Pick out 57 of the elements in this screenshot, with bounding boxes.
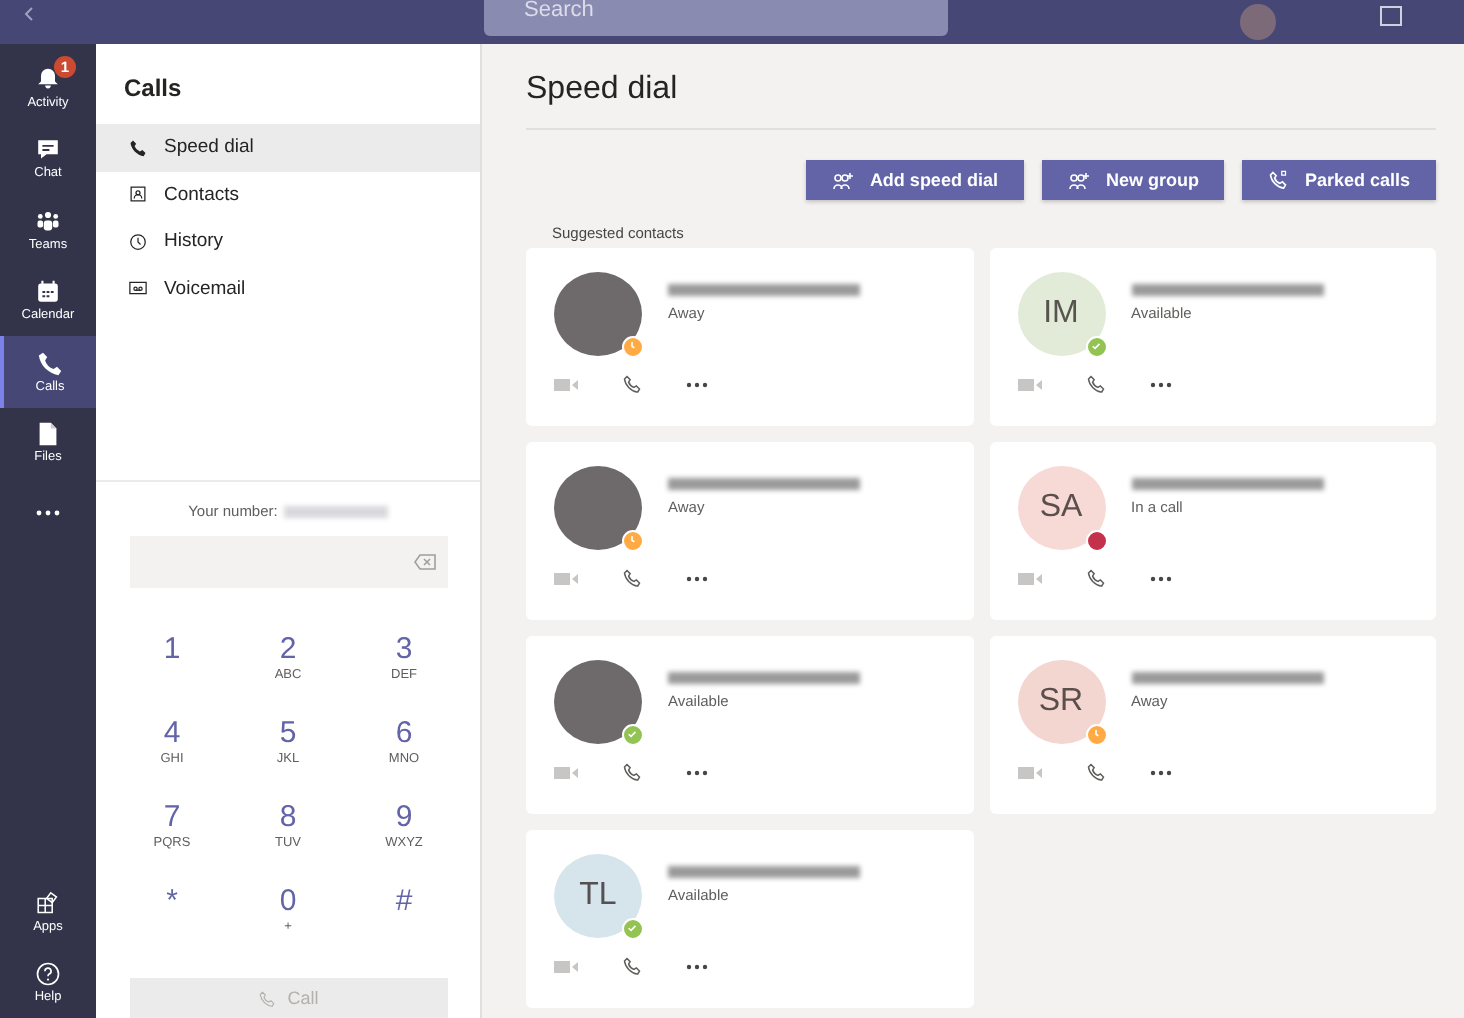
phone-icon[interactable]	[1085, 568, 1105, 588]
action-button[interactable]: Add speed dial	[805, 160, 1024, 200]
initials-avatar: IM	[1017, 272, 1105, 356]
more-icon[interactable]	[1149, 381, 1171, 387]
dialpad-key[interactable]: 1	[114, 632, 230, 704]
nav-item[interactable]: History	[96, 218, 480, 265]
phone-icon[interactable]	[622, 568, 642, 588]
add-people-icon	[831, 171, 854, 189]
initials-avatar: SA	[1017, 466, 1105, 550]
available-status-icon	[622, 724, 644, 746]
apps-icon	[34, 889, 62, 918]
phone-icon[interactable]	[1085, 374, 1105, 394]
more-icon	[36, 510, 60, 517]
nav-item[interactable]: Speed dial	[96, 124, 480, 171]
nav-item[interactable]: Voicemail	[96, 265, 480, 312]
action-button[interactable]: New group	[1041, 160, 1225, 200]
available-status-icon	[622, 918, 644, 940]
initials-avatar: SR	[1017, 660, 1105, 744]
more-icon[interactable]	[686, 575, 708, 581]
phone-icon[interactable]	[622, 374, 642, 394]
dialpad-key[interactable]: #	[346, 884, 462, 956]
bell-icon	[34, 65, 62, 94]
phone-icon[interactable]	[622, 956, 642, 976]
add-people-icon	[1067, 171, 1090, 189]
more-icon[interactable]	[686, 381, 708, 387]
contact-card-icon	[128, 184, 148, 205]
search-field[interactable]: Search	[484, 0, 948, 36]
page-title: Speed dial	[526, 44, 1436, 130]
phone-icon[interactable]	[622, 762, 642, 782]
nav-item[interactable]: Contacts	[96, 171, 480, 218]
redacted-number	[283, 505, 388, 517]
phone-icon[interactable]	[1085, 762, 1105, 782]
more-icon[interactable]	[1149, 769, 1171, 775]
dial-field[interactable]	[129, 536, 447, 588]
phone-icon	[257, 989, 276, 1007]
more-icon[interactable]	[686, 769, 708, 775]
phone-icon	[1268, 170, 1289, 190]
people-icon	[34, 207, 62, 236]
clock-icon	[128, 231, 148, 252]
more-icon[interactable]	[686, 963, 708, 969]
maximize-icon[interactable]	[1380, 6, 1402, 26]
file-icon	[34, 420, 62, 449]
dialpad-key[interactable]: *	[114, 884, 230, 956]
panel-title: Calls	[124, 74, 184, 102]
busy-status-icon	[1085, 530, 1107, 552]
action-button[interactable]: Parked calls	[1242, 160, 1436, 200]
voicemail-icon	[128, 278, 148, 299]
calendar-icon	[34, 278, 62, 307]
more-icon[interactable]	[1149, 575, 1171, 581]
initials-avatar: TL	[554, 854, 642, 938]
phone-icon	[128, 137, 148, 158]
away-status-icon	[622, 336, 644, 358]
phone-icon	[36, 349, 64, 378]
away-status-icon	[622, 530, 644, 552]
help-icon	[34, 960, 62, 989]
away-status-icon	[1085, 724, 1107, 746]
available-status-icon	[1085, 336, 1107, 358]
